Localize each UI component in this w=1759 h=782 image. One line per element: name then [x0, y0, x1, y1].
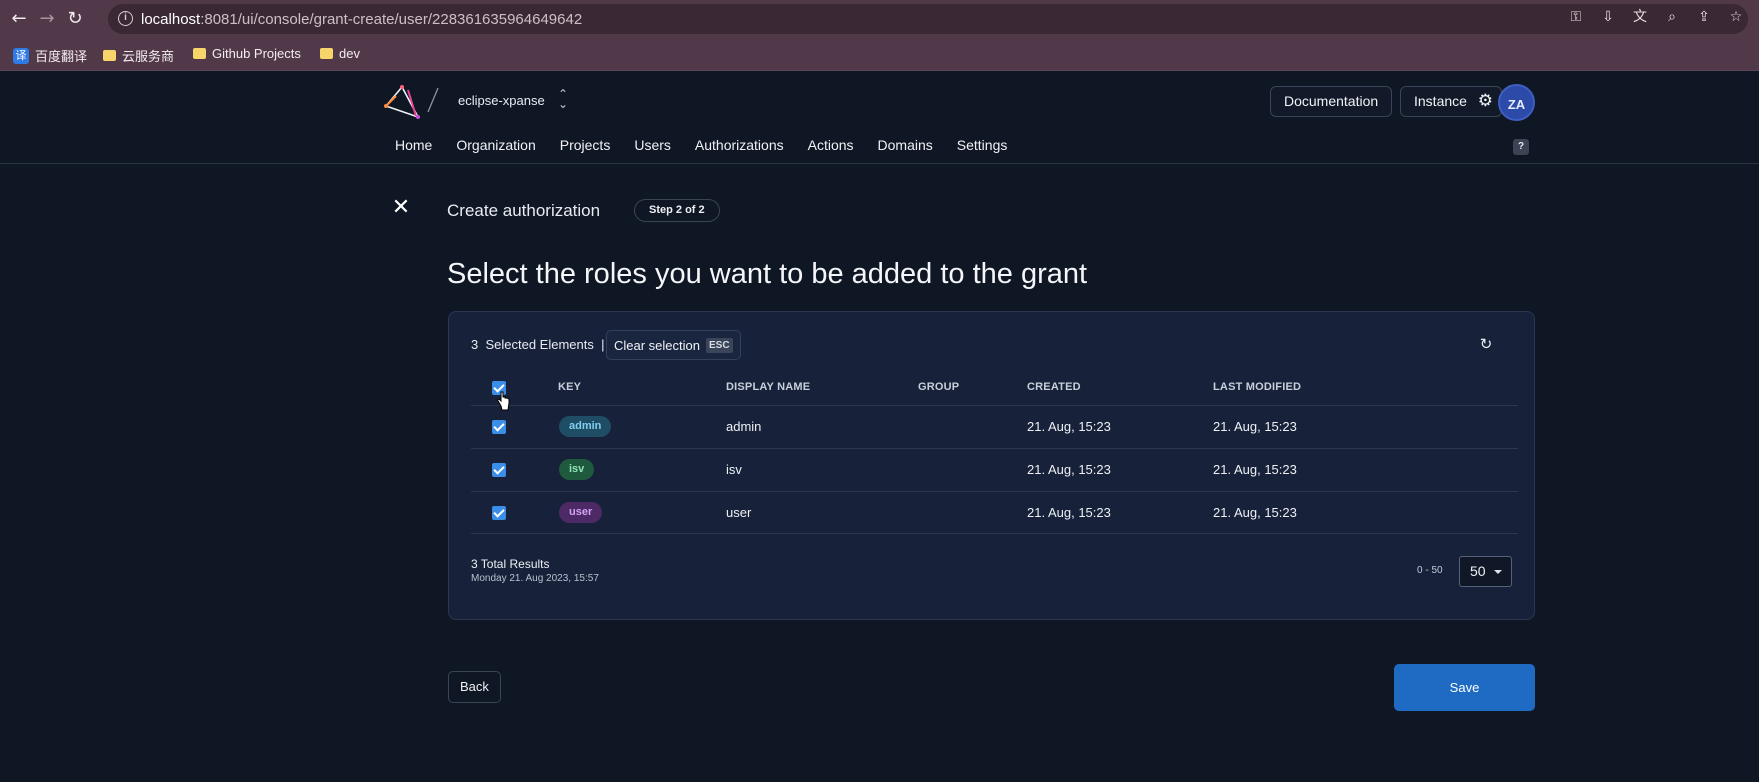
role-created: 21. Aug, 15:23 — [1027, 462, 1111, 477]
results-timestamp: Monday 21. Aug 2023, 15:57 — [471, 573, 599, 584]
role-key-badge: admin — [559, 416, 612, 437]
role-key-badge: user — [559, 502, 603, 523]
close-icon[interactable]: ✕ — [391, 197, 411, 219]
bookmark-star-icon[interactable]: ☆ — [1727, 8, 1745, 26]
clear-selection-button[interactable]: Clear selection ESC — [606, 330, 741, 360]
folder-icon — [193, 48, 206, 59]
role-created: 21. Aug, 15:23 — [1027, 505, 1111, 520]
bookmark-item[interactable]: 云服务商 — [103, 46, 174, 65]
page-size-select[interactable]: 50 — [1459, 556, 1512, 587]
org-name[interactable]: eclipse-xpanse — [458, 93, 545, 108]
back-button[interactable]: Back — [448, 671, 501, 703]
save-button[interactable]: Save — [1394, 664, 1535, 711]
url-text[interactable]: localhost:8081/ui/console/grant-create/u… — [141, 11, 582, 28]
gear-icon: ⚙ — [1477, 91, 1493, 111]
role-display-name: admin — [726, 419, 762, 434]
role-display-name: isv — [726, 462, 742, 477]
column-header-group[interactable]: GROUP — [918, 381, 959, 393]
role-last-modified: 21. Aug, 15:23 — [1213, 462, 1297, 477]
bookmarks-bar: 译百度翻译 云服务商 Github Projects dev — [0, 37, 1759, 71]
zoom-icon[interactable]: ⌕ — [1663, 8, 1681, 26]
key-icon[interactable]: ⚿ — [1567, 8, 1585, 26]
role-created: 21. Aug, 15:23 — [1027, 419, 1111, 434]
instance-label: Instance — [1414, 93, 1467, 109]
nav-users[interactable]: Users — [634, 137, 671, 153]
bookmark-item[interactable]: Github Projects — [193, 46, 301, 61]
role-key-badge: isv — [559, 459, 595, 480]
documentation-button[interactable]: Documentation — [1270, 86, 1393, 117]
org-switch-chevron-icon[interactable]: ⌃ ⌄ — [558, 88, 568, 110]
role-last-modified: 21. Aug, 15:23 — [1213, 419, 1297, 434]
avatar[interactable]: ZA — [1498, 84, 1535, 121]
role-last-modified: 21. Aug, 15:23 — [1213, 505, 1297, 520]
caret-down-icon — [1494, 570, 1502, 574]
folder-icon — [103, 50, 116, 61]
role-display-name: user — [726, 505, 752, 520]
translate-icon[interactable]: 文 — [1631, 8, 1649, 26]
nav-domains[interactable]: Domains — [878, 137, 933, 153]
nav-projects[interactable]: Projects — [560, 137, 611, 153]
breadcrumb-divider — [427, 87, 439, 113]
column-header-key[interactable]: KEY — [558, 381, 581, 393]
browser-toolbar: ← → ↻ i localhost:8081/ui/console/grant-… — [0, 0, 1759, 37]
nav-organization[interactable]: Organization — [456, 137, 535, 153]
zitadel-logo-icon[interactable] — [382, 84, 422, 120]
column-header-display-name[interactable]: DISPLAY NAME — [726, 381, 810, 393]
total-results: 3 Total Results — [471, 557, 550, 571]
folder-icon — [320, 48, 333, 59]
help-button[interactable]: ? — [1513, 139, 1529, 155]
esc-key-hint: ESC — [706, 337, 733, 353]
nav-home[interactable]: Home — [395, 137, 432, 153]
main-nav: Home Organization Projects Users Authori… — [395, 137, 1031, 153]
address-bar[interactable]: i localhost:8081/ui/console/grant-create… — [108, 4, 1748, 34]
forward-arrow-icon[interactable]: → — [36, 8, 58, 30]
table-row[interactable]: user user 21. Aug, 15:23 21. Aug, 15:23 — [471, 491, 1518, 534]
install-icon[interactable]: ⇩ — [1599, 8, 1617, 26]
column-header-created[interactable]: CREATED — [1027, 381, 1081, 393]
table-row[interactable]: isv isv 21. Aug, 15:23 21. Aug, 15:23 — [471, 448, 1518, 491]
column-header-last-modified[interactable]: LAST MODIFIED — [1213, 381, 1301, 393]
nav-actions[interactable]: Actions — [808, 137, 854, 153]
selected-count: 3 Selected Elements | — [471, 337, 605, 352]
row-checkbox[interactable] — [492, 420, 506, 434]
translate-app-icon: 译 — [13, 47, 29, 64]
reload-icon[interactable]: ↻ — [64, 8, 86, 30]
instance-button[interactable]: Instance ⚙ — [1400, 86, 1502, 117]
page-title: Select the roles you want to be added to… — [447, 258, 1088, 290]
back-arrow-icon[interactable]: ← — [8, 8, 30, 30]
page-size-value: 50 — [1470, 563, 1486, 579]
nav-settings[interactable]: Settings — [957, 137, 1008, 153]
step-badge: Step 2 of 2 — [634, 199, 720, 222]
bookmark-item[interactable]: 译百度翻译 — [13, 46, 87, 65]
refresh-icon[interactable]: ↻ — [1478, 336, 1494, 352]
bookmark-item[interactable]: dev — [320, 46, 360, 61]
share-icon[interactable]: ⇪ — [1695, 8, 1713, 26]
clear-selection-label: Clear selection — [614, 337, 700, 353]
roles-table-card: 3 Selected Elements | Clear selection ES… — [448, 311, 1535, 620]
nav-authorizations[interactable]: Authorizations — [695, 137, 784, 153]
row-checkbox[interactable] — [492, 506, 506, 520]
table-row[interactable]: admin admin 21. Aug, 15:23 21. Aug, 15:2… — [471, 405, 1518, 448]
wizard-title: Create authorization — [447, 201, 601, 220]
site-info-icon[interactable]: i — [118, 11, 133, 26]
app-header: eclipse-xpanse ⌃ ⌄ Documentation Instance… — [0, 72, 1759, 164]
row-checkbox[interactable] — [492, 463, 506, 477]
hand-cursor-icon — [496, 391, 510, 411]
page-range: 0 - 50 — [1417, 565, 1443, 576]
